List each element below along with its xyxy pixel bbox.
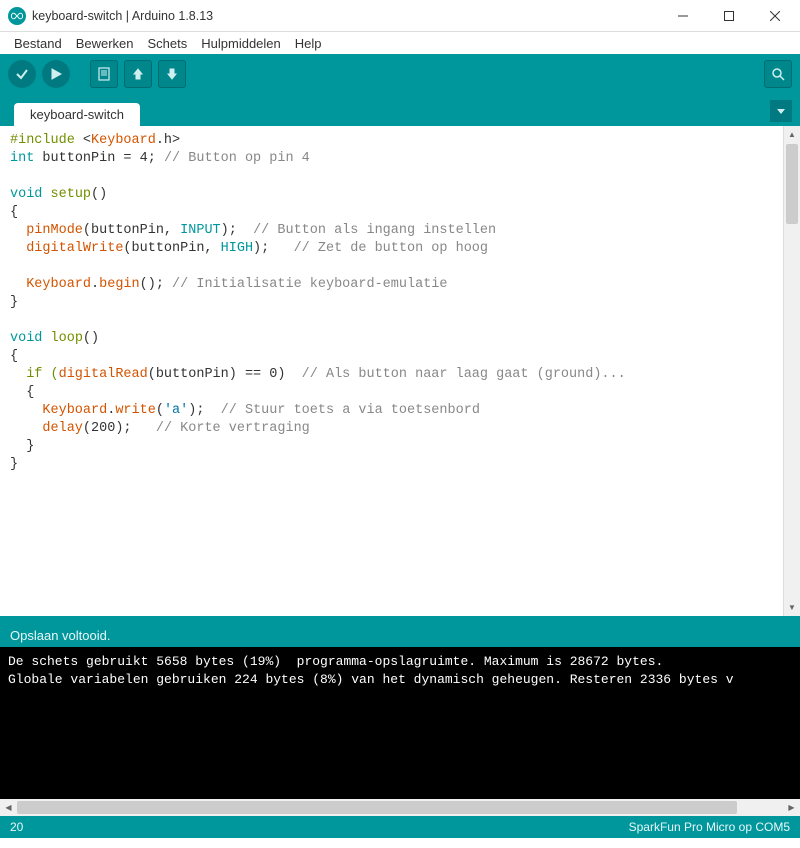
scroll-thumb[interactable] <box>786 144 798 224</box>
status-strip: Opslaan voltooid. <box>0 623 800 647</box>
console-line: Globale variabelen gebruiken 224 bytes (… <box>8 672 734 687</box>
line-number: 20 <box>10 820 23 834</box>
menu-help[interactable]: Help <box>289 35 328 52</box>
minimize-button[interactable] <box>660 0 706 32</box>
maximize-button[interactable] <box>706 0 752 32</box>
editor-vscrollbar[interactable]: ▲ ▼ <box>783 126 800 616</box>
scroll-down-icon[interactable]: ▼ <box>784 599 800 616</box>
upload-button[interactable] <box>42 60 70 88</box>
menu-sketch[interactable]: Schets <box>142 35 194 52</box>
status-message: Opslaan voltooid. <box>10 628 110 643</box>
open-button[interactable] <box>124 60 152 88</box>
editor-area: #include <Keyboard.h> int buttonPin = 4;… <box>0 126 800 616</box>
menu-edit[interactable]: Bewerken <box>70 35 140 52</box>
app-icon <box>8 7 26 25</box>
console-line: De schets gebruikt 5658 bytes (19%) prog… <box>8 654 663 669</box>
menu-file[interactable]: Bestand <box>8 35 68 52</box>
tab-menu-button[interactable] <box>770 100 792 122</box>
scroll-right-icon[interactable]: ▶ <box>783 799 800 816</box>
tab-keyboard-switch[interactable]: keyboard-switch <box>14 103 140 126</box>
new-button[interactable] <box>90 60 118 88</box>
divider[interactable] <box>0 616 800 623</box>
console-hscrollbar[interactable]: ◀ ▶ <box>0 799 800 816</box>
titlebar: keyboard-switch | Arduino 1.8.13 <box>0 0 800 32</box>
menubar: Bestand Bewerken Schets Hulpmiddelen Hel… <box>0 32 800 54</box>
verify-button[interactable] <box>8 60 36 88</box>
window-title: keyboard-switch | Arduino 1.8.13 <box>32 9 213 23</box>
scroll-left-icon[interactable]: ◀ <box>0 799 17 816</box>
scroll-up-icon[interactable]: ▲ <box>784 126 800 143</box>
close-button[interactable] <box>752 0 798 32</box>
save-button[interactable] <box>158 60 186 88</box>
code-editor[interactable]: #include <Keyboard.h> int buttonPin = 4;… <box>0 126 783 616</box>
toolbar <box>0 54 800 94</box>
board-port: SparkFun Pro Micro op COM5 <box>629 820 790 834</box>
hscroll-thumb[interactable] <box>17 801 737 814</box>
footer-bar: 20 SparkFun Pro Micro op COM5 <box>0 816 800 838</box>
console-output[interactable]: De schets gebruikt 5658 bytes (19%) prog… <box>0 647 800 799</box>
tabbar: keyboard-switch <box>0 94 800 126</box>
menu-tools[interactable]: Hulpmiddelen <box>195 35 287 52</box>
serial-monitor-button[interactable] <box>764 60 792 88</box>
